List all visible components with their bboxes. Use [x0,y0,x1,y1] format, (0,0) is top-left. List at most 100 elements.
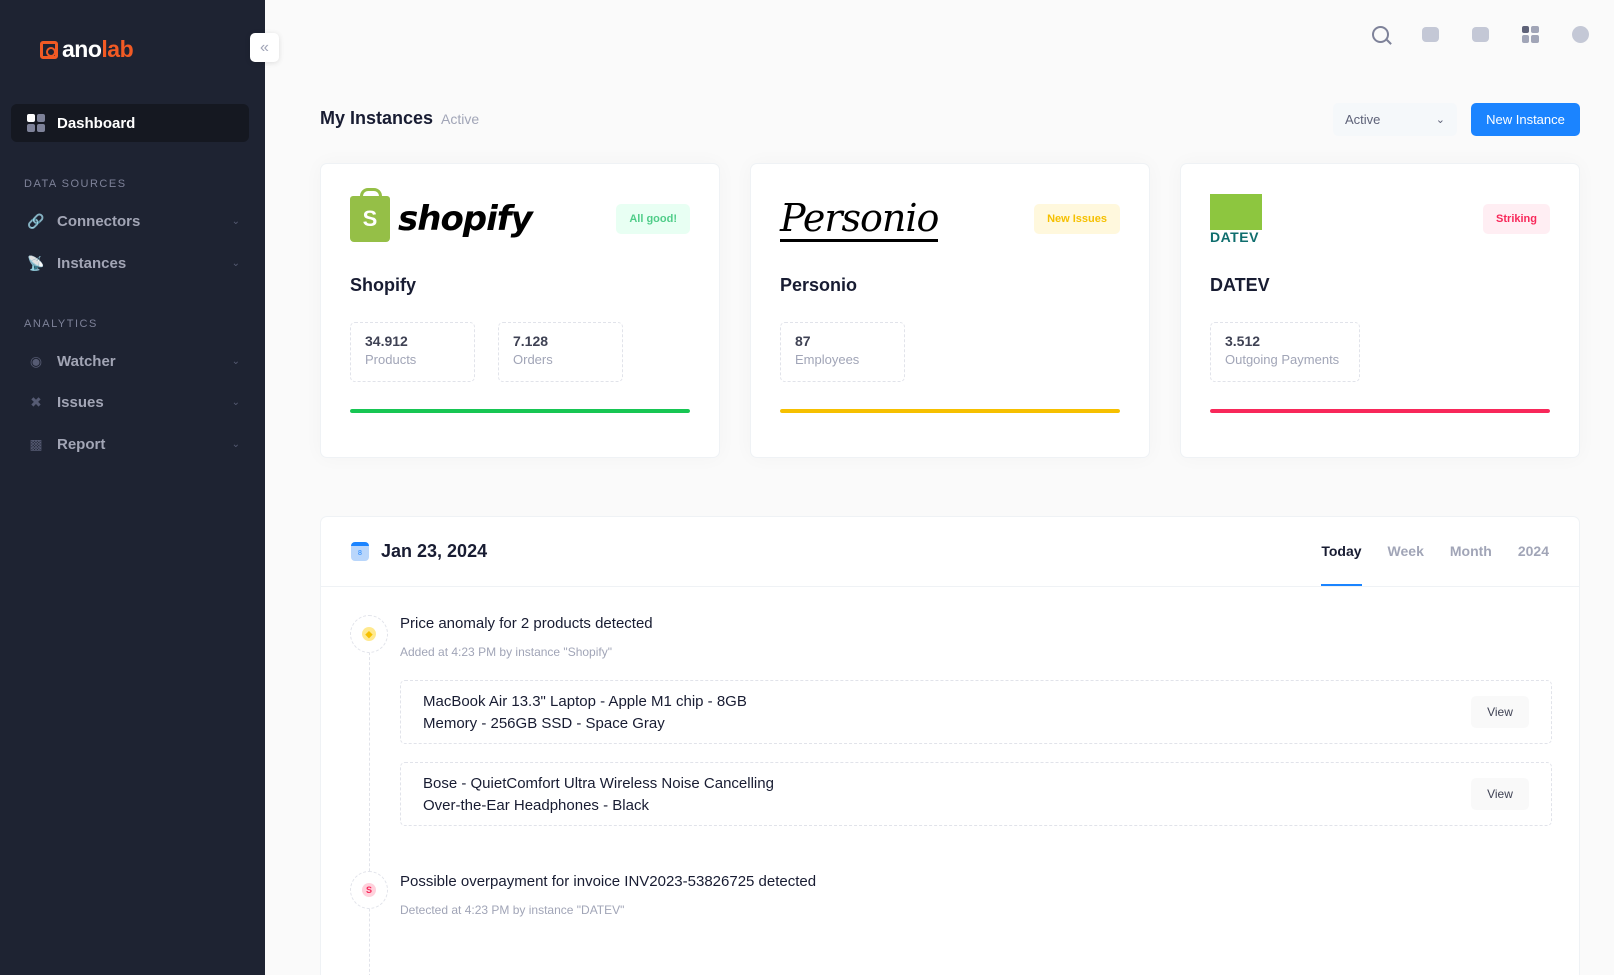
event-title: Price anomaly for 2 products detected [400,615,653,632]
timeline-marker: ◆ [350,615,388,653]
event-title: Possible overpayment for invoice INV2023… [400,873,817,890]
page-title: My Instances Active [320,108,479,129]
shield-cross-icon: ✖ [30,393,42,410]
calendar-icon: 8 [351,542,369,561]
progress-bar [780,409,1120,413]
product-name: MacBook Air 13.3" Laptop - Apple M1 chip… [423,693,747,732]
logo[interactable]: anolab [40,36,134,63]
progress-fill [1210,409,1550,413]
list-item: Bose - QuietComfort Ultra Wireless Noise… [400,762,1552,826]
datev-logo: DATEV [1210,194,1262,244]
stat-label: Employees [795,352,860,367]
view-button[interactable]: View [1471,778,1529,810]
sidebar-item-dashboard[interactable]: Dashboard [11,104,249,142]
timeline-date: Jan 23, 2024 [381,541,488,561]
timeline-marker: S [350,871,388,909]
apps-icon [1521,25,1539,43]
stat-value: 7.128 [513,333,549,349]
personio-logo: Personio [780,194,939,244]
logo-icon [40,40,58,59]
chart-icon: ▩ [29,435,43,452]
stat-value: 87 [795,333,811,349]
chevron-down-icon: ⌄ [231,396,240,408]
search-button[interactable] [1370,24,1390,44]
timeline-panel: 8 Jan 23, 2024 Today Week Month 2024 ◆ P… [320,516,1580,975]
dashboard-icon [27,114,45,132]
sidebar-item-report[interactable]: ▩ Report ⌄ [28,432,240,456]
sidebar-item-label: Watcher [57,352,116,370]
tab-month[interactable]: Month [1450,543,1492,586]
stat-label: Outgoing Payments [1225,352,1340,367]
dollar-icon: S [362,883,376,897]
timeline-header: 8 Jan 23, 2024 Today Week Month 2024 [321,517,1579,587]
chevron-down-icon: ⌄ [231,438,240,450]
sidebar-item-watcher[interactable]: ◉ Watcher ⌄ [28,349,240,373]
status-badge: New Issues [1034,204,1120,234]
stat-orders: 7.128 Orders [498,322,623,382]
satellite-icon: 📡 [27,254,45,271]
new-instance-button[interactable]: New Instance [1471,103,1580,136]
sidebar-item-connectors[interactable]: 🔗 Connectors ⌄ [27,209,240,233]
sidebar-item-issues[interactable]: ✖ Issues ⌄ [28,390,240,414]
apps-button[interactable] [1520,24,1540,44]
chat-icon [1421,26,1439,42]
status-badge: All good! [616,204,690,234]
page-subtitle: Active [441,111,480,127]
tab-today[interactable]: Today [1321,543,1362,586]
status-filter-select[interactable]: Active ⌄ [1333,103,1457,136]
instance-card-personio[interactable]: Personio New Issues Personio 87 Employee… [750,163,1150,458]
section-label-analytics: ANALYTICS [24,318,98,330]
sidebar-item-instances[interactable]: 📡 Instances ⌄ [27,251,240,275]
view-button[interactable]: View [1471,696,1529,728]
instance-card-shopify[interactable]: S shopify All good! Shopify 34.912 Produ… [320,163,720,458]
double-chevron-left-icon: « [260,38,269,56]
sidebar-item-label: Instances [57,254,127,272]
list-item: MacBook Air 13.3" Laptop - Apple M1 chip… [400,680,1552,744]
search-icon [1371,25,1389,43]
section-label-data-sources: DATA SOURCES [24,178,127,190]
shopify-bag-icon: S [350,188,390,242]
status-filter-value: Active [1345,112,1381,127]
sidebar: anolab Dashboard DATA SOURCES 🔗 Connecto… [0,0,265,975]
stat-label: Products [365,352,417,367]
chevron-down-icon: ⌄ [231,215,240,227]
sidebar-item-label: Dashboard [57,114,136,132]
stat-value: 34.912 [365,333,408,349]
stat-employees: 87 Employees [780,322,905,382]
logo-text-part2: lab [101,36,134,62]
chevron-down-icon: ⌄ [231,257,240,269]
tab-week[interactable]: Week [1388,543,1424,586]
instance-card-datev[interactable]: DATEV Striking DATEV 3.512 Outgoing Paym… [1180,163,1580,458]
user-menu-button[interactable] [1570,24,1590,44]
notification-icon [1471,26,1489,42]
progress-bar [350,409,690,413]
sidebar-item-label: Connectors [57,212,141,230]
shopify-logo: S shopify [350,188,533,244]
chat-button[interactable] [1420,24,1440,44]
period-tabs: Today Week Month 2024 [1321,543,1549,586]
instance-name: DATEV [1210,275,1270,295]
status-badge: Striking [1483,204,1550,234]
datev-logo-square [1210,194,1262,230]
instance-name: Personio [780,275,858,295]
shopify-wordmark: shopify [398,199,533,239]
user-icon [1571,25,1589,43]
eye-icon: ◉ [29,352,43,369]
logo-text-part1: ano [62,36,102,62]
stat-label: Orders [513,352,553,367]
stat-outgoing-payments: 3.512 Outgoing Payments [1210,322,1360,382]
page-title-text: My Instances [320,108,434,128]
tab-year[interactable]: 2024 [1518,543,1549,586]
chevron-down-icon: ⌄ [231,355,240,367]
link-icon: 🔗 [27,212,45,229]
datev-wordmark: DATEV [1210,229,1259,245]
stat-products: 34.912 Products [350,322,475,382]
event-meta: Added at 4:23 PM by instance "Shopify" [400,645,612,659]
progress-bar [1210,409,1550,413]
notification-button[interactable] [1470,24,1490,44]
personio-wordmark: Personio [780,195,939,242]
sidebar-collapse-button[interactable]: « [250,33,279,62]
sidebar-item-label: Report [57,435,106,453]
stat-value: 3.512 [1225,333,1261,349]
instance-name: Shopify [350,275,416,295]
